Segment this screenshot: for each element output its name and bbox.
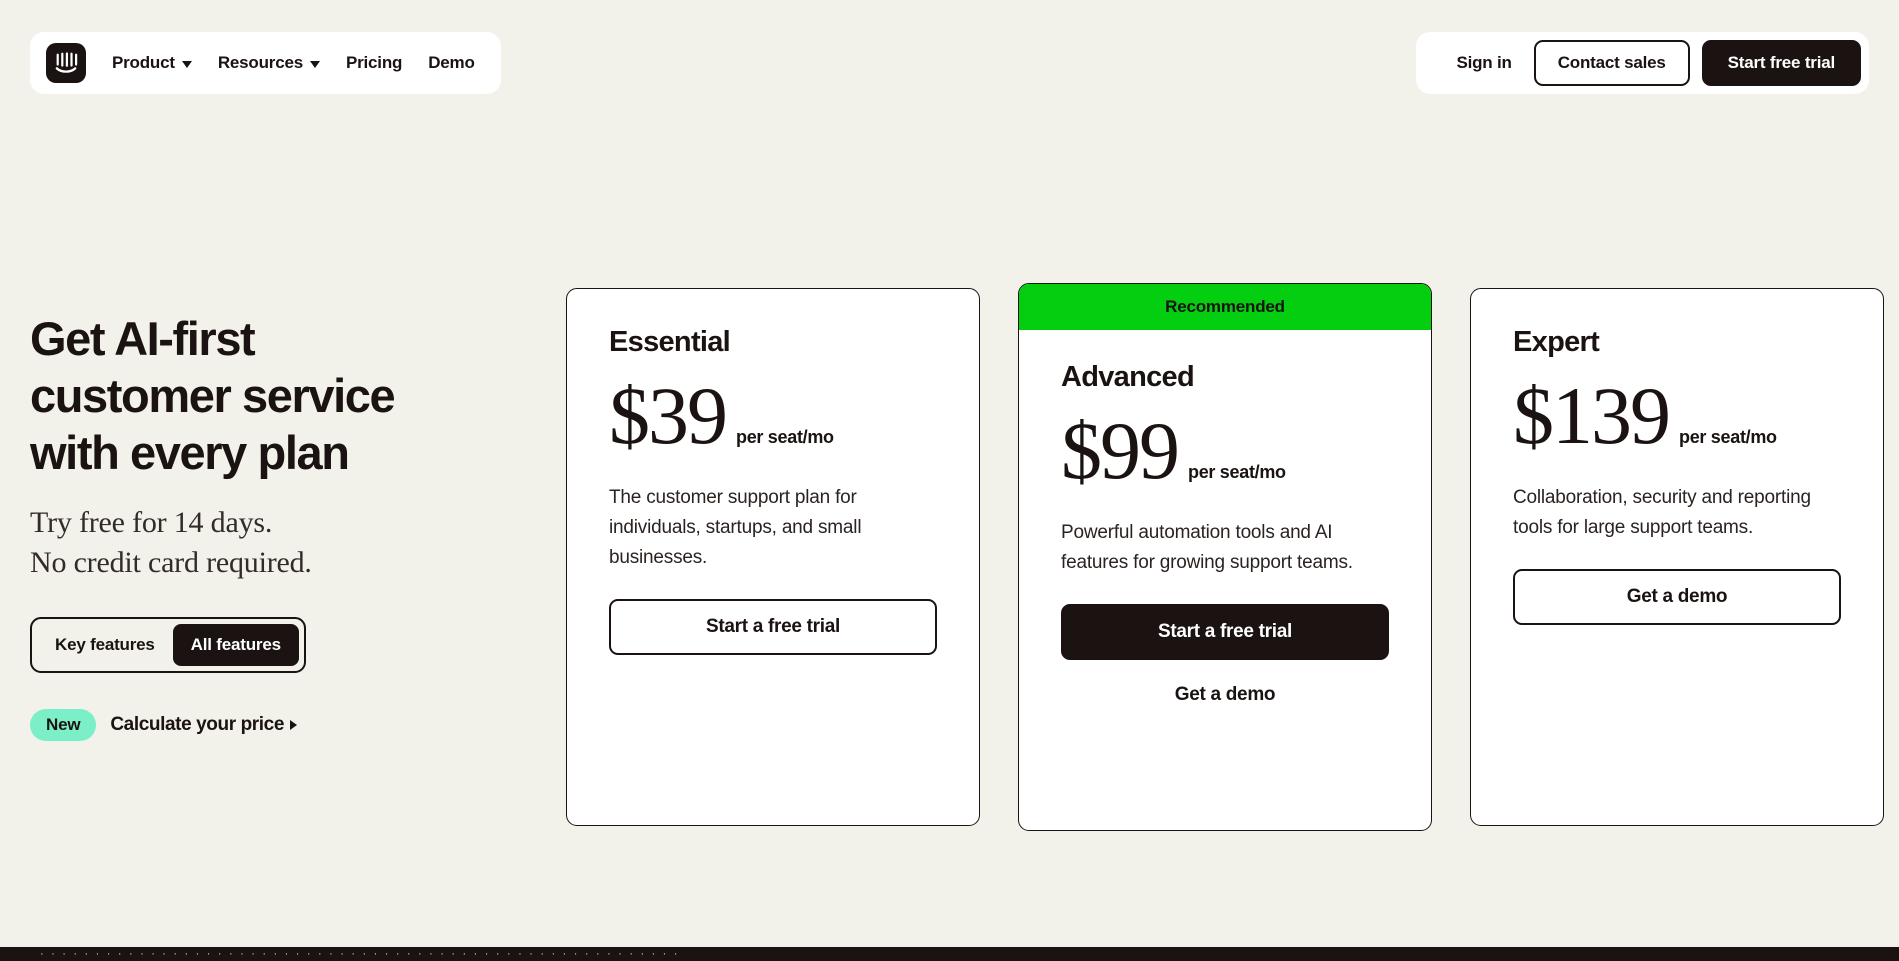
nav-links: Product Resources Pricing Demo: [112, 53, 475, 73]
plan-description: The customer support plan for individual…: [609, 487, 862, 568]
pricing-page: Product Resources Pricing Demo Sign in C…: [0, 0, 1899, 961]
plan-name: Expert: [1513, 326, 1600, 358]
page-title-line-2: customer service: [30, 369, 396, 422]
page-title: Get AI-first customer service with every…: [30, 310, 460, 481]
nav-link-resources[interactable]: Resources: [218, 53, 320, 73]
pricing-card-essential: Essential $39 per seat/mo The customer s…: [566, 288, 980, 826]
calculate-your-price-link[interactable]: Calculate your price: [110, 714, 297, 736]
sign-in-link[interactable]: Sign in: [1434, 53, 1533, 73]
calculate-price-row: New Calculate your price: [30, 709, 460, 741]
pricing-card-advanced: Recommended Advanced $99 per seat/mo Pow…: [1018, 283, 1432, 831]
pricing-card-body: Advanced $99 per seat/mo Powerful automa…: [1019, 330, 1431, 830]
plan-cta-button[interactable]: Start a free trial: [609, 599, 937, 655]
plan-cta-button[interactable]: Get a demo: [1513, 569, 1841, 625]
plan-price: $39: [609, 370, 728, 461]
pricing-cards: Essential $39 per seat/mo The customer s…: [566, 283, 1884, 831]
start-free-trial-button[interactable]: Start free trial: [1701, 40, 1861, 86]
plan-price: $139: [1513, 370, 1671, 461]
chevron-down-icon: [181, 60, 192, 68]
arrow-right-icon: [289, 720, 297, 730]
price-row: $39 per seat/mo: [609, 375, 937, 457]
plan-description: Powerful automation tools and AI feature…: [1061, 522, 1353, 573]
plan-price-unit: per seat/mo: [736, 427, 834, 447]
nav-left-cluster: Product Resources Pricing Demo: [30, 32, 501, 94]
nav-right-cluster: Sign in Contact sales Start free trial: [1416, 32, 1869, 94]
hero-subtitle-line-2: No credit card required.: [30, 546, 312, 579]
nav-link-product-label: Product: [112, 53, 175, 72]
plan-price: $99: [1061, 405, 1180, 496]
plan-description: Collaboration, security and reporting to…: [1513, 487, 1811, 538]
hero-section: Get AI-first customer service with every…: [30, 310, 460, 741]
plan-name: Advanced: [1061, 361, 1195, 393]
plan-name: Essential: [609, 326, 731, 358]
hero-subtitle: Try free for 14 days. No credit card req…: [30, 503, 460, 583]
chevron-down-icon: [309, 60, 320, 68]
nav-link-demo[interactable]: Demo: [428, 53, 475, 73]
hero-subtitle-line-1: Try free for 14 days.: [30, 506, 273, 539]
calculate-your-price-label: Calculate your price: [110, 714, 284, 735]
footer-edge: · · · · · · · · · · · · · · · · · · · · …: [0, 947, 1899, 961]
pricing-card-expert: Expert $139 per seat/mo Collaboration, s…: [1470, 288, 1884, 826]
price-row: $99 per seat/mo: [1061, 410, 1389, 492]
page-title-line-3: with every plan: [30, 426, 350, 479]
footer-edge-text: · · · · · · · · · · · · · · · · · · · · …: [40, 948, 680, 960]
plan-secondary-link[interactable]: Get a demo: [1061, 684, 1389, 706]
price-row: $139 per seat/mo: [1513, 375, 1841, 457]
plan-price-unit: per seat/mo: [1679, 427, 1777, 447]
nav-link-pricing[interactable]: Pricing: [346, 53, 402, 73]
recommended-ribbon: Recommended: [1019, 284, 1431, 330]
page-title-line-1: Get AI-first: [30, 312, 256, 365]
contact-sales-button[interactable]: Contact sales: [1533, 40, 1690, 86]
nav-link-resources-label: Resources: [217, 53, 303, 72]
top-navigation: Product Resources Pricing Demo Sign in C…: [30, 32, 1869, 94]
toggle-key-features[interactable]: Key features: [37, 624, 173, 666]
toggle-all-features[interactable]: All features: [172, 624, 299, 666]
plan-price-unit: per seat/mo: [1188, 462, 1286, 482]
plan-cta-button[interactable]: Start a free trial: [1061, 604, 1389, 660]
pricing-card-body: Expert $139 per seat/mo Collaboration, s…: [1471, 289, 1883, 825]
features-toggle-group: Key features All features: [30, 617, 306, 673]
nav-link-product[interactable]: Product: [112, 53, 192, 73]
intercom-logo-icon[interactable]: [46, 43, 86, 83]
status-badge-new: New: [30, 709, 97, 741]
pricing-card-body: Essential $39 per seat/mo The customer s…: [567, 289, 979, 825]
